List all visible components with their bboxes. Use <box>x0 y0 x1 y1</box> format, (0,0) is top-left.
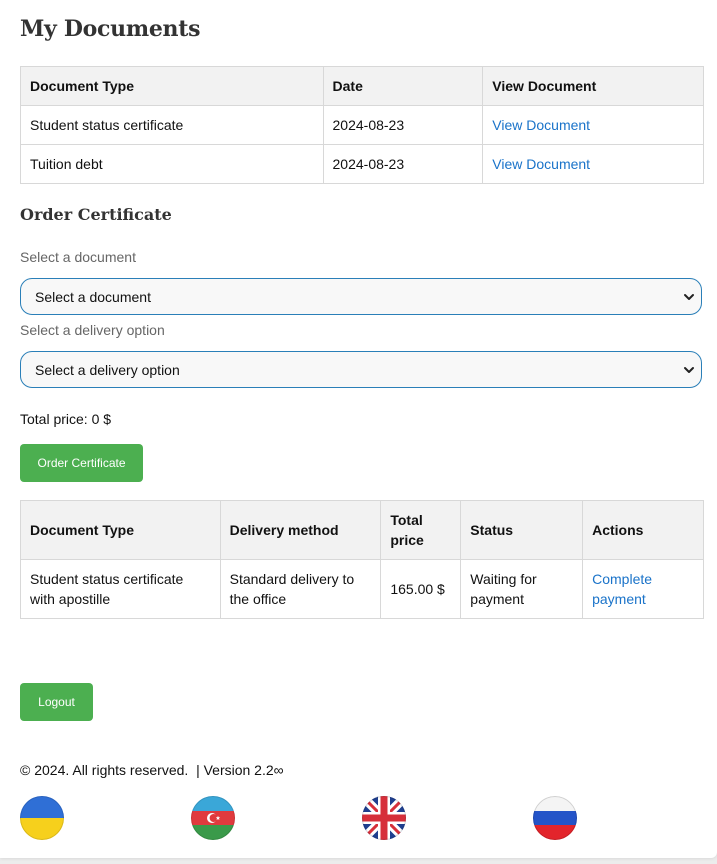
ukrainian-flag-graphic <box>20 796 64 840</box>
column-header-view-document: View Document <box>482 66 704 106</box>
view-document-cell: View Document <box>482 105 704 145</box>
table-header-row: Document Type Date View Document <box>20 66 704 106</box>
ukrainian-flag-icon[interactable] <box>20 796 64 840</box>
delivery-select-label: Select a delivery option <box>20 322 165 338</box>
main-card: My Documents Document Type Date View Doc… <box>0 0 717 858</box>
document-type-cell: Student status certificate <box>20 105 324 145</box>
uk-flag-graphic <box>362 796 406 840</box>
chevron-down-icon <box>684 294 694 300</box>
column-header-actions: Actions <box>582 500 704 560</box>
documents-table: Document Type Date View Document Student… <box>20 66 704 184</box>
document-select[interactable]: Select a document <box>20 278 702 315</box>
column-header-date: Date <box>322 66 484 106</box>
uk-flag-icon[interactable] <box>362 796 406 840</box>
order-document-type-cell: Student status certificate with apostill… <box>20 559 221 619</box>
view-document-link[interactable]: View Document <box>492 156 590 172</box>
order-delivery-method-cell: Standard delivery to the office <box>219 559 382 619</box>
document-select-label: Select a document <box>20 249 136 265</box>
russian-flag-graphic <box>533 796 577 840</box>
complete-payment-link[interactable]: Complete payment <box>592 571 652 607</box>
order-certificate-button[interactable]: Order Certificate <box>20 444 143 482</box>
azerbaijani-flag-graphic <box>191 796 235 840</box>
view-document-link[interactable]: View Document <box>492 117 590 133</box>
table-row: Student status certificate 2024-08-23 Vi… <box>20 105 704 145</box>
column-header-delivery-method: Delivery method <box>219 500 382 560</box>
document-select-value: Select a document <box>35 288 151 305</box>
delivery-select-value: Select a delivery option <box>35 361 180 378</box>
page-title: My Documents <box>20 16 201 42</box>
table-header-row: Document Type Delivery method Total pric… <box>20 500 704 560</box>
azerbaijani-flag-icon[interactable] <box>191 796 235 840</box>
document-date-cell: 2024-08-23 <box>322 105 484 145</box>
delivery-select[interactable]: Select a delivery option <box>20 351 702 388</box>
orders-table: Document Type Delivery method Total pric… <box>20 500 704 619</box>
column-header-status: Status <box>460 500 584 560</box>
document-date-cell: 2024-08-23 <box>322 144 484 184</box>
table-row: Tuition debt 2024-08-23 View Document <box>20 144 704 184</box>
logout-button[interactable]: Logout <box>20 683 93 721</box>
column-header-document-type: Document Type <box>20 66 324 106</box>
column-header-document-type: Document Type <box>20 500 221 560</box>
footer-text: © 2024. All rights reserved. | Version 2… <box>20 762 284 778</box>
document-type-cell: Tuition debt <box>20 144 324 184</box>
order-certificate-heading: Order Certificate <box>20 205 172 224</box>
chevron-down-icon <box>684 367 694 373</box>
russian-flag-icon[interactable] <box>533 796 577 840</box>
order-status-cell: Waiting for payment <box>460 559 584 619</box>
order-actions-cell: Complete payment <box>582 559 704 619</box>
order-total-price-cell: 165.00 $ <box>380 559 462 619</box>
column-header-total-price: Total price <box>380 500 462 560</box>
total-price: Total price: 0 $ <box>20 411 112 427</box>
view-document-cell: View Document <box>482 144 704 184</box>
table-row: Student status certificate with apostill… <box>20 559 704 619</box>
